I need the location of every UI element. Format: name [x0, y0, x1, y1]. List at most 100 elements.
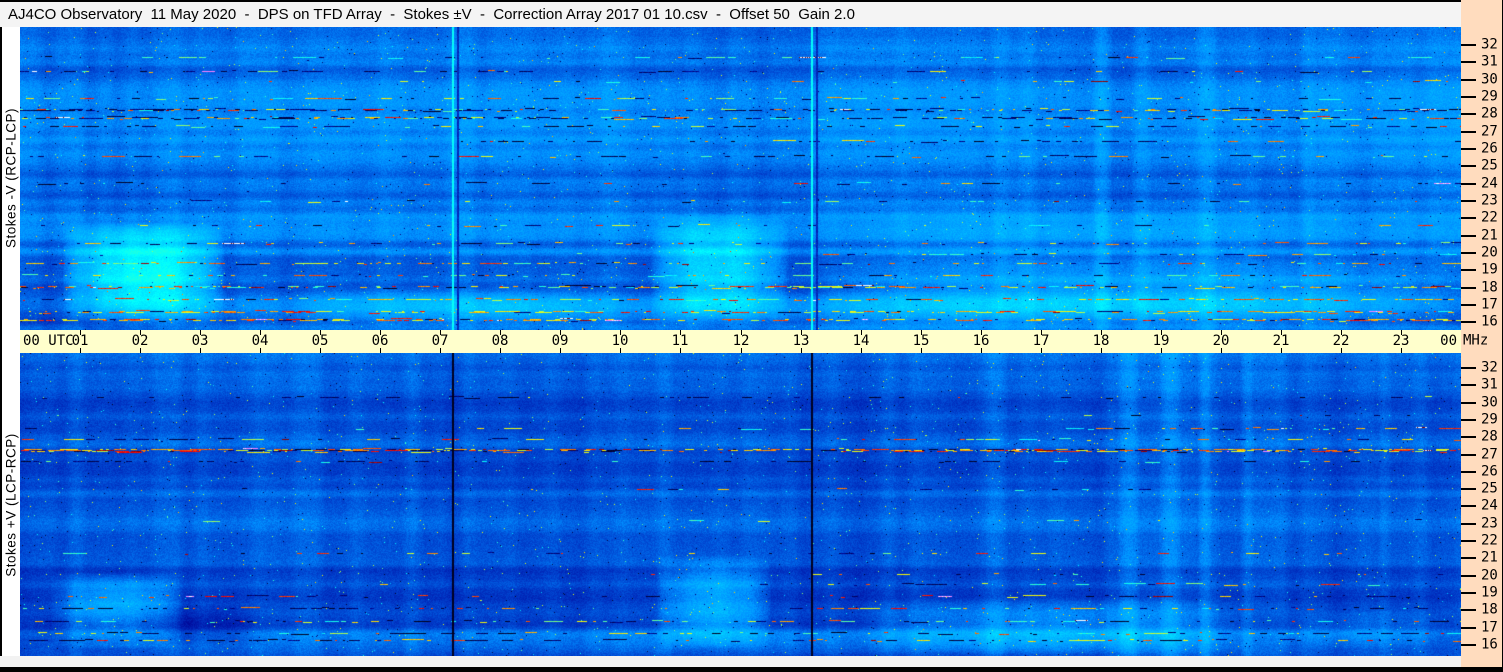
freq-tick	[1461, 113, 1476, 115]
freq-label: 21	[1481, 549, 1498, 566]
freq-label: 29	[1481, 88, 1498, 105]
freq-tick	[1461, 200, 1476, 202]
freq-label: 30	[1481, 394, 1498, 411]
freq-label: 28	[1481, 428, 1498, 445]
hour-label: 04	[251, 333, 269, 349]
time-label-start: 00 UTC	[23, 333, 74, 349]
hour-label: 18	[1092, 333, 1110, 349]
freq-tick	[1461, 165, 1476, 167]
freq-tick	[1461, 287, 1476, 289]
freq-tick	[1461, 304, 1476, 306]
spectrogram-top-stokes-minus-v	[20, 27, 1461, 330]
freq-tick	[1461, 183, 1476, 185]
freq-label: 19	[1481, 584, 1498, 601]
freq-tick	[1461, 575, 1476, 577]
hour-label: 01	[71, 333, 89, 349]
hour-label: 21	[1272, 333, 1290, 349]
hour-label: 06	[371, 333, 389, 349]
freq-label: 30	[1481, 71, 1498, 88]
freq-tick	[1461, 540, 1476, 542]
freq-label: 20	[1481, 567, 1498, 584]
frequency-axis-margin: MHz 32 31 30 29 28 27 26 25 24 23 22 21 20 19 18 17 16 32…	[1461, 0, 1502, 667]
hour-label: 07	[431, 333, 449, 349]
freq-tick	[1461, 235, 1476, 237]
freq-label: 32	[1481, 36, 1498, 53]
freq-label: 16	[1481, 313, 1498, 330]
freq-label: 26	[1481, 463, 1498, 480]
freq-tick	[1461, 627, 1476, 629]
hour-label: 22	[1332, 333, 1350, 349]
freq-label: 27	[1481, 123, 1498, 140]
hour-label: 11	[671, 333, 689, 349]
freq-label: 18	[1481, 601, 1498, 618]
freq-tick	[1461, 252, 1476, 254]
bottom-margin	[0, 656, 1461, 667]
freq-tick	[1461, 505, 1476, 507]
hour-label: 09	[551, 333, 569, 349]
window-title: AJ4CO Observatory 11 May 2020 - DPS on T…	[8, 6, 855, 23]
hour-label: 10	[611, 333, 629, 349]
title-bar: AJ4CO Observatory 11 May 2020 - DPS on T…	[0, 0, 1461, 27]
hour-label: 08	[491, 333, 509, 349]
freq-tick	[1461, 44, 1476, 46]
freq-label: 31	[1481, 376, 1498, 393]
freq-tick	[1461, 436, 1476, 438]
hour-label: 02	[131, 333, 149, 349]
hour-label: 15	[912, 333, 930, 349]
freq-tick	[1461, 367, 1476, 369]
freq-label: 22	[1481, 532, 1498, 549]
freq-label: 20	[1481, 244, 1498, 261]
freq-label: 21	[1481, 227, 1498, 244]
freq-label: 31	[1481, 53, 1498, 70]
freq-label: 23	[1481, 192, 1498, 209]
freq-tick	[1461, 217, 1476, 219]
hour-label: 14	[852, 333, 870, 349]
freq-tick	[1461, 148, 1476, 150]
freq-tick	[1461, 644, 1476, 646]
freq-label: 27	[1481, 446, 1498, 463]
freq-tick	[1461, 419, 1476, 421]
freq-label: 24	[1481, 175, 1498, 192]
freq-tick	[1461, 609, 1476, 611]
app-window: AJ4CO Observatory 11 May 2020 - DPS on T…	[0, 0, 1503, 672]
spectrogram-bottom-stokes-plus-v	[20, 353, 1461, 656]
hour-label: 03	[191, 333, 209, 349]
freq-label: 19	[1481, 261, 1498, 278]
freq-tick	[1461, 96, 1476, 98]
freq-label: 18	[1481, 279, 1498, 296]
freq-label: 25	[1481, 157, 1498, 174]
hour-label: 05	[311, 333, 329, 349]
time-label-end: 00	[1440, 333, 1457, 349]
freq-tick	[1461, 523, 1476, 525]
freq-label: 23	[1481, 515, 1498, 532]
hour-label: 16	[972, 333, 990, 349]
freq-tick	[1461, 131, 1476, 133]
hour-label: 12	[732, 333, 750, 349]
top-panel-ylabel: Stokes -V (RCP-LCP)	[3, 107, 19, 249]
freq-label: 26	[1481, 140, 1498, 157]
freq-tick	[1461, 471, 1476, 473]
freq-tick	[1461, 321, 1476, 323]
freq-tick	[1461, 488, 1476, 490]
freq-tick	[1461, 402, 1476, 404]
freq-tick	[1461, 269, 1476, 271]
freq-label: 25	[1481, 480, 1498, 497]
hour-label: 20	[1212, 333, 1230, 349]
freq-label: 29	[1481, 411, 1498, 428]
freq-tick	[1461, 79, 1476, 81]
freq-label: 22	[1481, 209, 1498, 226]
freq-label: 32	[1481, 359, 1498, 376]
bottom-panel-ylabel: Stokes +V (LCP-RCP)	[3, 433, 19, 577]
freq-tick	[1461, 454, 1476, 456]
hour-label: 17	[1032, 333, 1050, 349]
hour-label: 23	[1392, 333, 1410, 349]
time-axis: 00 UTC 00 01 02 03 04 05 06 07 08 09 10 11 12 13 14 15…	[20, 330, 1461, 353]
freq-tick	[1461, 384, 1476, 386]
freq-label: 16	[1481, 636, 1498, 653]
freq-tick	[1461, 557, 1476, 559]
freq-tick	[1461, 592, 1476, 594]
hour-label: 19	[1152, 333, 1170, 349]
frequency-unit-label: MHz	[1463, 332, 1489, 349]
freq-label: 24	[1481, 497, 1498, 514]
hour-label: 13	[792, 333, 810, 349]
